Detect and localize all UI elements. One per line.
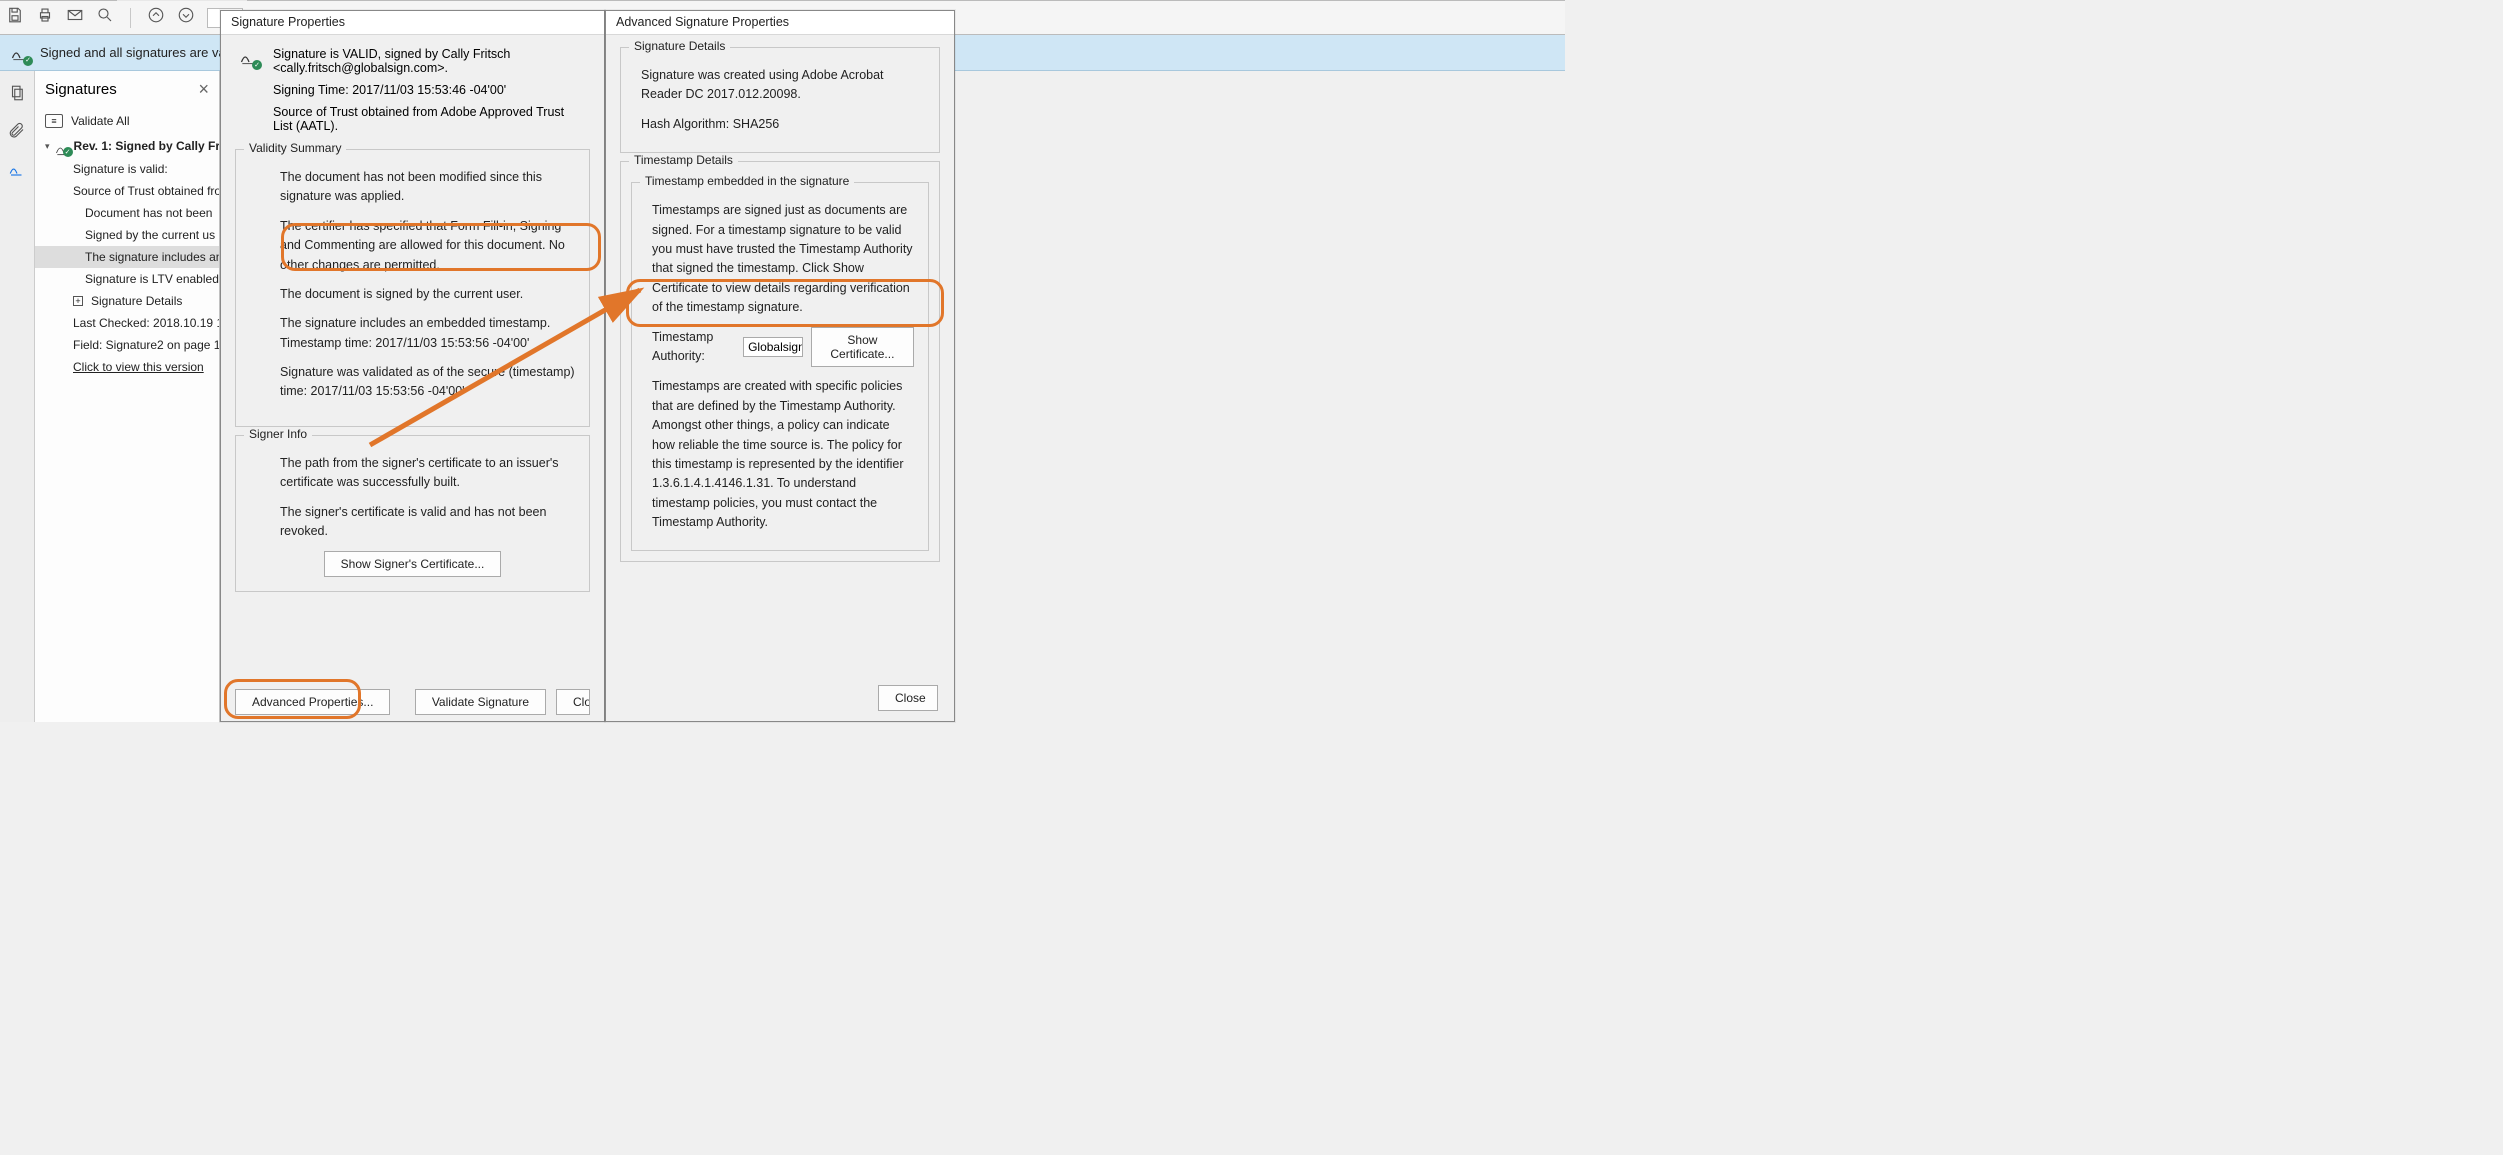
page-up-icon[interactable] (147, 6, 165, 29)
close-panel-icon[interactable]: × (198, 79, 209, 100)
separator (130, 8, 131, 28)
signer-info-label: Signer Info (244, 427, 312, 441)
left-rail (0, 71, 35, 722)
tree-field: Field: Signature2 on page 1 (35, 334, 219, 356)
tree-item[interactable]: Signature is LTV enabled (35, 268, 219, 290)
mail-icon[interactable] (66, 6, 84, 29)
signature-properties-dialog: Signature Properties Signature is VALID,… (220, 10, 605, 722)
validate-all-icon: ≡ (45, 114, 63, 128)
close-button[interactable]: Close (556, 689, 590, 715)
validate-all-label: Validate All (71, 114, 129, 128)
timestamp-authority-value: Globalsign TSA f (743, 337, 803, 357)
dialog-title: Advanced Signature Properties (606, 11, 954, 35)
tree-item[interactable]: Signature is valid: (35, 158, 219, 180)
banner-text: Signed and all signatures are valid. (40, 45, 242, 60)
save-icon[interactable] (6, 6, 24, 29)
attachments-icon[interactable] (5, 119, 29, 143)
print-icon[interactable] (36, 6, 54, 29)
signer-item: The path from the signer's certificate t… (280, 454, 575, 493)
timestamp-details-label: Timestamp Details (629, 153, 738, 167)
validity-item: The document has not been modified since… (280, 168, 575, 207)
hash-algo-line: Hash Algorithm: SHA256 (641, 115, 925, 134)
timestamp-embedded-label: Timestamp embedded in the signature (640, 174, 854, 188)
timestamp-details-group: Timestamp Details Timestamp embedded in … (620, 161, 940, 562)
tree-sig-details-label: Signature Details (91, 294, 182, 308)
close-button[interactable]: Close (878, 685, 938, 711)
sig-valid-line: Signature is VALID, signed by Cally Frit… (273, 47, 586, 75)
tree-item[interactable]: Document has not been (35, 202, 219, 224)
signatures-panel-title: Signatures (45, 81, 117, 98)
tree-last-checked: Last Checked: 2018.10.19 10 (35, 312, 219, 334)
tree-item-selected[interactable]: The signature includes an (35, 246, 219, 268)
advanced-signature-properties-dialog: Advanced Signature Properties Signature … (605, 10, 955, 722)
validity-item-timestamp: The signature includes an embedded times… (280, 314, 575, 353)
timestamp-authority-label: Timestamp Authority: (652, 328, 735, 367)
timestamp-explain-1: Timestamps are signed just as documents … (652, 201, 914, 317)
validity-item: The certifier has specified that Form Fi… (280, 217, 575, 275)
dialog-title: Signature Properties (221, 11, 604, 35)
trust-source-line: Source of Trust obtained from Adobe Appr… (273, 105, 586, 133)
validate-signature-button[interactable]: Validate Signature (415, 689, 546, 715)
show-certificate-button[interactable]: Show Certificate... (811, 327, 914, 367)
signatures-icon[interactable] (5, 157, 29, 181)
search-icon[interactable] (96, 6, 114, 29)
signer-info-group: Signer Info The path from the signer's c… (235, 435, 590, 593)
page-down-icon[interactable] (177, 6, 195, 29)
validity-item: Signature was validated as of the secure… (280, 363, 575, 402)
tree-view-version-link[interactable]: Click to view this version (35, 356, 219, 378)
tree-rev-row[interactable]: ▾ Rev. 1: Signed by Cally Frits ^ (35, 134, 219, 158)
validity-summary-label: Validity Summary (244, 141, 346, 155)
tree-sig-details[interactable]: + Signature Details (35, 290, 219, 312)
validity-summary-group: Validity Summary The document has not be… (235, 149, 590, 427)
tree-item[interactable]: Signed by the current us (35, 224, 219, 246)
signature-details-group: Signature Details Signature was created … (620, 47, 940, 153)
advanced-properties-button[interactable]: Advanced Properties... (235, 689, 390, 715)
signature-valid-icon (239, 47, 259, 67)
collapse-icon[interactable]: ▾ (45, 141, 50, 152)
signature-tree: ▾ Rev. 1: Signed by Cally Frits ^ Signat… (35, 134, 219, 378)
signatures-panel: Signatures × ≡ Validate All ▾ Rev. 1: Si… (35, 71, 220, 722)
signature-valid-icon (54, 138, 70, 154)
timestamp-explain-2: Timestamps are created with specific pol… (652, 377, 914, 532)
timestamp-embedded-group: Timestamp embedded in the signature Time… (631, 182, 929, 551)
signature-valid-icon (10, 43, 30, 63)
validity-item: The document is signed by the current us… (280, 285, 575, 304)
tree-rev-label: Rev. 1: Signed by Cally Frits (74, 139, 219, 153)
signer-item: The signer's certificate is valid and ha… (280, 503, 575, 542)
show-signer-certificate-button[interactable]: Show Signer's Certificate... (324, 551, 502, 577)
validate-all-button[interactable]: ≡ Validate All (35, 108, 219, 134)
expand-icon[interactable]: + (73, 296, 83, 306)
tree-item[interactable]: Source of Trust obtained fro (35, 180, 219, 202)
sig-created-line: Signature was created using Adobe Acroba… (641, 66, 925, 105)
signature-details-label: Signature Details (629, 39, 730, 53)
pages-icon[interactable] (5, 81, 29, 105)
tab-stub (117, 0, 247, 1)
signing-time-line: Signing Time: 2017/11/03 15:53:46 -04'00… (273, 83, 586, 97)
